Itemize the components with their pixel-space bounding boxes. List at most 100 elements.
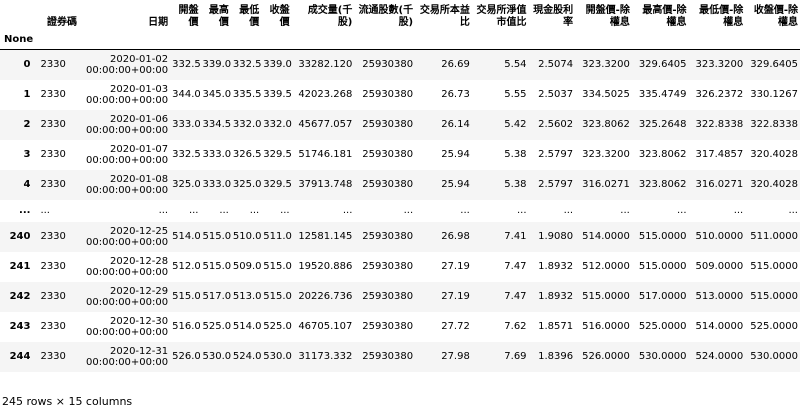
cell-adj-high: 517.0000 [638,291,687,302]
cell-adj-close: 530.0000 [750,351,798,362]
cell-pe: 26.69 [441,59,470,71]
cell-code: 2330 [40,351,66,362]
ellipsis-cell: ... [733,205,744,216]
column-header: 開盤價-除權息 [585,5,630,28]
ellipsis-cell: ... [342,205,353,216]
cell-pe: 27.19 [441,261,470,272]
cell-adj-low: 322.8338 [695,119,744,130]
cell-shares: 25930380 [362,89,414,100]
table-row: 4 2330 2020-01-08 00:00:00+00:00 325.0 333.0… [0,169,800,200]
cell-high: 530.0 [202,351,231,362]
index-name-row: None [0,31,800,50]
cell-adj-open: 323.3200 [582,59,630,71]
cell-adj-close: 330.1267 [750,89,798,100]
cell-volume: 45677.057 [298,119,353,130]
cell-high: 333.0 [202,149,231,160]
cell-adj-open: 526.0000 [582,351,630,362]
cell-adj-high: 515.0000 [638,261,687,272]
ellipsis-cell: ... [563,205,574,216]
ellipsis-cell: ... [403,205,414,216]
row-index: 243 [9,321,31,332]
cell-code: 2330 [40,89,66,100]
cell-date: 2020-12-28 00:00:00+00:00 [86,255,169,278]
cell-code: 2330 [40,59,66,71]
column-header: 成交量(千股) [307,5,353,28]
cell-pe: 25.94 [441,149,470,160]
column-header: 最高價-除權息 [642,5,687,28]
cell-adj-high: 530.0000 [638,351,687,362]
cell-yield: 2.5037 [538,89,574,100]
table-row: 244 2330 2020-12-31 00:00:00+00:00 526.0 530… [0,341,800,372]
index-header-blank [0,0,36,31]
cell-pe: 26.14 [441,119,470,130]
cell-yield: 1.8571 [538,321,574,332]
cell-high: 339.0 [202,59,231,71]
cell-adj-open: 516.0000 [582,321,630,332]
cell-low: 326.5 [232,149,262,160]
column-header: 收盤價 [269,5,290,28]
cell-pb: 5.38 [504,179,527,190]
cell-close: 525.0 [263,321,292,332]
cell-code: 2330 [40,261,66,272]
cell-pb: 7.62 [504,321,527,332]
cell-close: 530.0 [263,351,292,362]
row-index: 2 [23,119,31,130]
cell-close: 332.0 [263,119,292,130]
cell-pe: 26.98 [441,231,470,242]
cell-pe: 27.19 [441,291,470,302]
column-header: 交易所本益比 [419,5,470,28]
row-index: 244 [9,351,31,362]
cell-code: 2330 [40,321,66,332]
cell-yield: 1.9080 [538,231,574,242]
cell-date: 2020-12-25 00:00:00+00:00 [86,225,169,248]
cell-open: 344.0 [172,89,201,100]
cell-date: 2020-01-07 00:00:00+00:00 [86,143,169,166]
cell-open: 325.0 [172,179,201,190]
ellipsis-cell: ... [219,205,229,216]
cell-shares: 25930380 [362,261,414,272]
cell-adj-close: 320.4028 [750,149,798,160]
cell-close: 329.5 [263,149,292,160]
ellipsis-cell: ... [460,205,470,216]
cell-low: 335.5 [232,89,262,100]
table-row: 2 2330 2020-01-06 00:00:00+00:00 333.0 334.5… [0,109,800,140]
cell-adj-close: 511.0000 [750,231,798,242]
column-header: 證券碼 [46,17,77,28]
cell-code: 2330 [40,231,66,242]
column-header: 最高價 [208,5,229,28]
cell-yield: 1.8932 [538,261,574,272]
cell-adj-low: 513.0000 [695,291,744,302]
cell-open: 516.0 [172,321,201,332]
cell-code: 2330 [40,291,66,302]
cell-low: 509.0 [232,261,262,272]
cell-volume: 19520.886 [298,261,353,272]
column-header: 流通股數(千股) [358,5,414,28]
column-header: 收盤價-除權息 [753,5,798,28]
column-header: 日期 [148,17,169,28]
cell-shares: 25930380 [362,179,414,190]
cell-adj-low: 317.4857 [695,149,744,160]
cell-adj-low: 326.2372 [695,89,744,100]
cell-open: 332.5 [172,149,201,160]
cell-yield: 1.8396 [538,351,574,362]
cell-adj-close: 515.0000 [750,291,798,302]
cell-code: 2330 [40,149,66,160]
ellipsis-cell: ... [788,205,798,216]
cell-high: 345.0 [202,89,231,100]
ellipsis-row: ........................................… [0,199,800,222]
ellipsis-cell: ... [158,205,169,216]
ellipsis-cell: ... [676,205,687,216]
cell-close: 511.0 [263,231,292,242]
cell-adj-close: 525.0000 [750,321,798,332]
cell-pe: 25.94 [441,179,470,190]
cell-open: 333.0 [172,119,201,130]
cell-code: 2330 [40,119,66,130]
column-header: 開盤價 [178,5,199,28]
cell-volume: 33282.120 [298,59,353,71]
row-index: 0 [23,59,31,71]
table-body: 0 2330 2020-01-02 00:00:00+00:00 332.5 339.0… [0,49,800,372]
cell-adj-open: 512.0000 [582,261,630,272]
cell-high: 517.0 [202,291,231,302]
cell-pb: 5.38 [504,149,527,160]
cell-yield: 2.5602 [538,119,574,130]
